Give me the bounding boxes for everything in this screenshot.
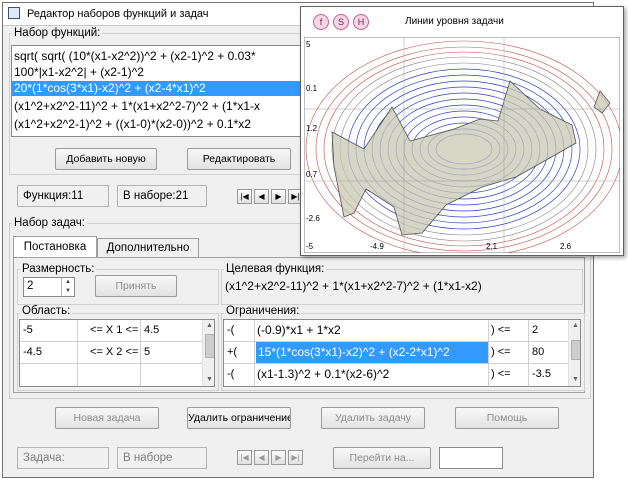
constraint-row3-value[interactable]: -3.5	[532, 364, 568, 385]
functions-group-label: Набор функций:	[12, 27, 103, 39]
last-task-icon[interactable]: ▶|	[288, 450, 303, 465]
task-in-set-counter: В наборе	[117, 447, 207, 469]
new-task-button[interactable]: Новая задача	[55, 407, 159, 429]
scroll-down-icon[interactable]: ▼	[570, 374, 580, 386]
scroll-up-icon[interactable]: ▲	[204, 320, 214, 332]
h-tool-icon[interactable]: H	[353, 14, 369, 30]
dimension-label: Размерность:	[20, 263, 97, 275]
y-tick: -2.6	[306, 214, 320, 223]
f-tool-icon[interactable]: f	[313, 14, 329, 30]
x-tick: 2.1	[486, 242, 498, 251]
edit-function-button[interactable]: Редактировать	[187, 148, 291, 170]
delete-constraint-button[interactable]: Удалить ограничение	[187, 407, 291, 429]
task-counter: Задача:	[17, 447, 109, 469]
accept-dimension-button[interactable]: Принять	[95, 275, 177, 297]
scroll-up-icon[interactable]: ▲	[570, 320, 580, 332]
plot-title: Линии уровня задачи	[405, 16, 504, 27]
window-title: Редактор наборов функций и задач	[27, 8, 209, 20]
next-function-icon[interactable]: ▶	[271, 189, 286, 204]
area-row1-high[interactable]: 4.5	[144, 320, 194, 341]
scroll-thumb[interactable]	[571, 340, 580, 360]
constraint-row2-value[interactable]: 80	[532, 342, 568, 363]
constraint-row3-expr[interactable]: (x1-1.3)^2 + 0.1*(x2-6)^2	[257, 364, 487, 385]
y-tick: 0.1	[306, 84, 318, 93]
target-label: Целевая функция:	[224, 263, 327, 275]
scroll-down-icon[interactable]: ▼	[204, 374, 214, 386]
constraint-row1-expr[interactable]: (-0.9)*x1 + 1*x2	[257, 320, 487, 341]
tab-additional[interactable]: Дополнительно	[97, 238, 199, 258]
goto-task-input[interactable]	[439, 447, 503, 469]
functions-list[interactable]: sqrt( sqrt( (10*(x1-x2^2))^2 + (x2-1)^2 …	[11, 45, 309, 137]
area-grid[interactable]: -5 <= X 1 <= 4.5 -4.5 <= X 2 <= 5 ▲ ▼	[19, 319, 215, 387]
app-icon	[8, 7, 20, 19]
delete-task-button[interactable]: Удалить задачу	[321, 407, 425, 429]
x-tick: 2.6	[560, 242, 572, 251]
first-task-icon[interactable]: |◀	[237, 450, 252, 465]
contour-plot[interactable]: 5 0.1 1.2 0.7 -2.6 -5 -4.9 2.1 2.6	[304, 37, 620, 253]
function-item[interactable]: 100*|x1-x2^2| + (x2-1)^2	[14, 65, 144, 80]
y-tick: 1.2	[306, 124, 318, 133]
tab-setup[interactable]: Постановка	[13, 236, 97, 258]
dimension-spinner[interactable]: 2 ▲ ▼	[23, 277, 75, 297]
area-row1-mid: <= X 1 <=	[90, 324, 139, 336]
x-tick: -4.9	[370, 242, 384, 251]
area-row2-mid: <= X 2 <=	[90, 346, 139, 358]
constraints-scrollbar[interactable]: ▲ ▼	[568, 320, 580, 386]
area-row2-low[interactable]: -4.5	[23, 342, 77, 363]
s-tool-icon[interactable]: S	[333, 14, 349, 30]
function-item[interactable]: (x1^2+x2^2-11)^2 + 1*(x1+x2^2-7)^2 + (1*…	[14, 99, 260, 114]
function-item-selected[interactable]: 20*(1*cos(3*x1)-x2)^2 + (x2-4*x1)^2	[12, 81, 308, 96]
dimension-value: 2	[27, 280, 34, 292]
goto-task-button[interactable]: Перейти на...	[333, 447, 431, 469]
area-scrollbar[interactable]: ▲ ▼	[202, 320, 214, 386]
area-row1-low[interactable]: -5	[23, 320, 77, 341]
constraints-label: Ограничения:	[224, 305, 302, 317]
y-tick: 5	[306, 40, 311, 49]
constraint-row3-sign[interactable]: -(	[227, 364, 253, 385]
function-item[interactable]: (x1^2+x2^2-1)^2 + ((x1-0)*(x2-0))^2 + 0.…	[14, 117, 251, 132]
prev-function-icon[interactable]: ◀	[254, 189, 269, 204]
function-counter: Функция:11	[17, 185, 109, 207]
target-function-value[interactable]: (x1^2+x2^2-11)^2 + 1*(x1+x2^2-7)^2 + (1*…	[225, 279, 577, 295]
constraint-row1-value[interactable]: 2	[532, 320, 568, 341]
constraint-row2-expr-selected[interactable]: 15*(1*cos(3*x1)-x2)^2 + (x2-2*x1)^2	[256, 342, 488, 363]
area-label: Область:	[20, 305, 73, 317]
prev-task-icon[interactable]: ◀	[254, 450, 269, 465]
y-tick: 0.7	[306, 170, 318, 179]
first-function-icon[interactable]: |◀	[237, 189, 252, 204]
function-item[interactable]: sqrt( sqrt( (10*(x1-x2^2))^2 + (x2-1)^2 …	[14, 49, 256, 64]
constraint-row1-sign[interactable]: -(	[227, 320, 253, 341]
next-task-icon[interactable]: ▶	[271, 450, 286, 465]
in-set-counter: В наборе:21	[117, 185, 207, 207]
constraint-row3-op: ) <=	[491, 368, 511, 380]
constraint-row2-op: ) <=	[491, 346, 511, 358]
help-button[interactable]: Помощь	[455, 407, 559, 429]
constraints-grid[interactable]: -( (-0.9)*x1 + 1*x2 ) <= 2 +( 15*(1*cos(…	[223, 319, 581, 387]
area-row2-high[interactable]: 5	[144, 342, 194, 363]
spinner-arrows-icon[interactable]: ▲ ▼	[61, 278, 74, 296]
constraint-row2-sign[interactable]: +(	[227, 342, 253, 363]
scroll-thumb[interactable]	[205, 334, 214, 358]
y-tick: -5	[306, 242, 314, 251]
tasks-group-label: Набор задач:	[12, 217, 87, 229]
contour-plot-window: f S H Линии уровня задачи 5 0.1 1.2 0.7 …	[300, 6, 624, 256]
constraint-row1-op: ) <=	[491, 324, 511, 336]
add-function-button[interactable]: Добавить новую	[55, 148, 157, 170]
